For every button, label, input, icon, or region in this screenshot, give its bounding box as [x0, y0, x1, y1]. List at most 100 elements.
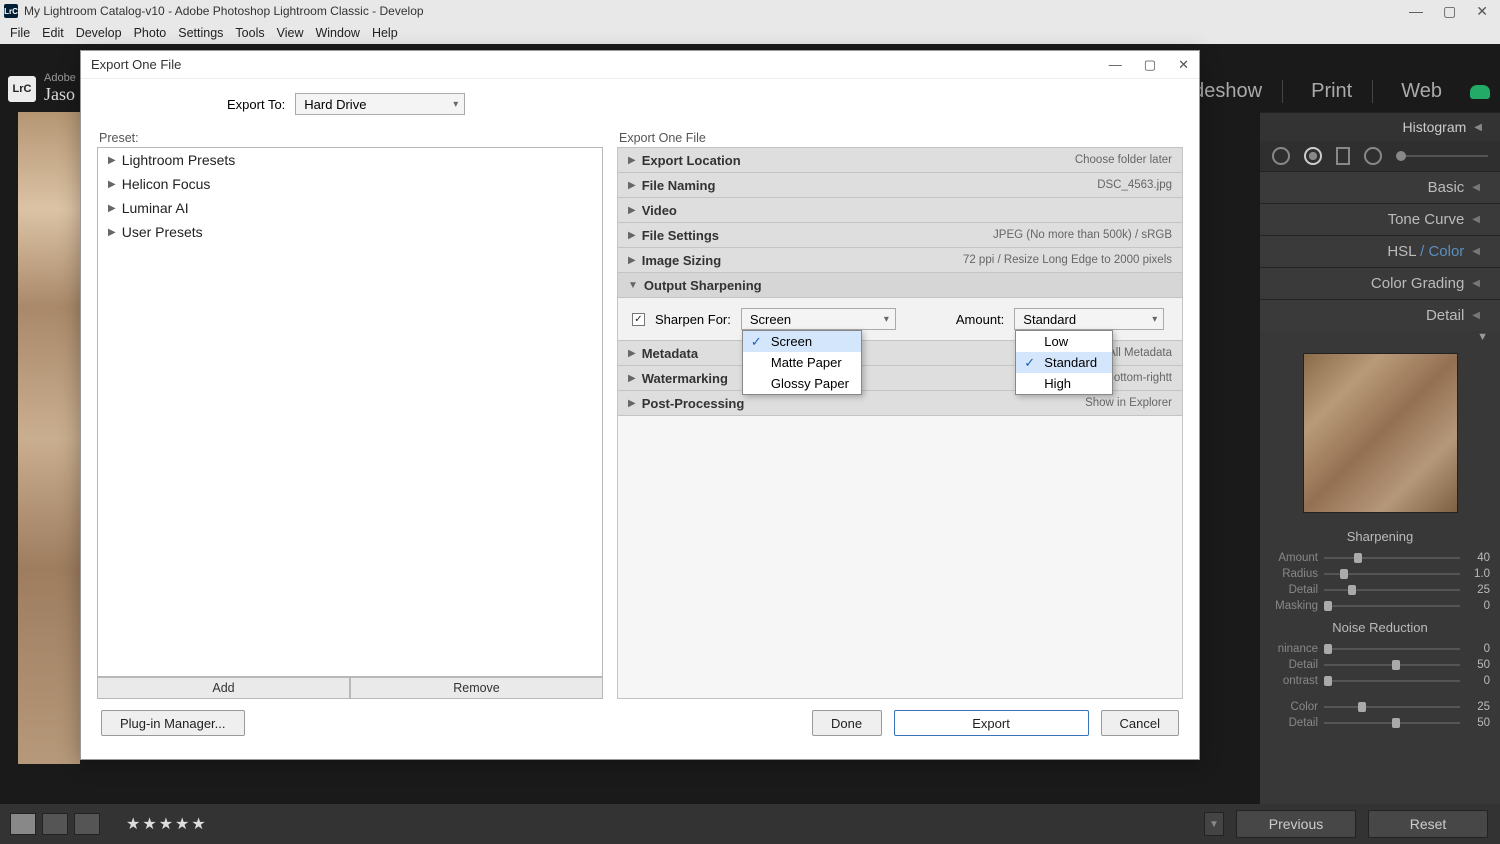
dropdown-option[interactable]: Matte Paper [743, 352, 861, 373]
menu-view[interactable]: View [271, 26, 310, 40]
noise-reduction-row[interactable]: Detail50 [1260, 657, 1500, 673]
menu-help[interactable]: Help [366, 26, 404, 40]
dialog-minimize-icon[interactable]: — [1109, 57, 1122, 73]
remove-preset-button[interactable]: Remove [350, 677, 603, 699]
disclosure-triangle-icon[interactable]: ▶ [628, 230, 636, 241]
dropdown-option[interactable]: Low [1016, 331, 1112, 352]
plugin-manager-button[interactable]: Plug-in Manager... [101, 710, 245, 736]
view-loupe-icon[interactable] [10, 813, 36, 835]
dropdown-option[interactable]: High [1016, 373, 1112, 394]
panel-hsl-color[interactable]: HSL / Color◀ [1260, 235, 1500, 267]
sharpening-row[interactable]: Amount40 [1260, 550, 1500, 566]
dropdown-option[interactable]: Screen [743, 331, 861, 352]
disclosure-triangle-icon[interactable]: ▶ [628, 205, 636, 216]
done-button[interactable]: Done [812, 710, 882, 736]
preset-list[interactable]: ▶Lightroom Presets▶Helicon Focus▶Luminar… [97, 147, 603, 677]
sharpening-row[interactable]: Detail25 [1260, 582, 1500, 598]
preset-group[interactable]: ▶User Presets [98, 220, 602, 244]
dropdown-option[interactable]: Glossy Paper [743, 373, 861, 394]
param-slider[interactable] [1324, 648, 1460, 650]
disclosure-triangle-icon[interactable]: ▶ [628, 155, 636, 166]
previous-button[interactable]: Previous [1236, 810, 1356, 838]
export-to-dropdown[interactable]: Hard Drive [295, 93, 465, 115]
cloud-sync-icon[interactable] [1470, 85, 1490, 99]
redeye-tool-icon[interactable] [1336, 147, 1350, 165]
param-slider[interactable] [1324, 557, 1460, 559]
crop-tool-icon[interactable] [1272, 147, 1290, 165]
color-row[interactable]: Color25 [1260, 699, 1500, 715]
dialog-close-icon[interactable]: ✕ [1178, 57, 1189, 73]
dropdown-option[interactable]: Standard [1016, 352, 1112, 373]
dialog-maximize-icon[interactable]: ▢ [1144, 57, 1156, 73]
module-picker[interactable]: lideshow Print Web [1184, 80, 1442, 103]
menu-settings[interactable]: Settings [172, 26, 229, 40]
export-section-header[interactable]: ▼Output Sharpening [618, 273, 1182, 298]
export-section-header[interactable]: ▶File SettingsJPEG (No more than 500k) /… [618, 223, 1182, 248]
export-section-header[interactable]: ▶Export LocationChoose folder later [618, 148, 1182, 173]
disclosure-triangle-icon[interactable]: ▶ [628, 398, 636, 409]
tool-strip[interactable] [1260, 141, 1500, 171]
sharpening-row[interactable]: Radius1.0 [1260, 566, 1500, 582]
param-slider[interactable] [1324, 722, 1460, 724]
panel-basic[interactable]: Basic◀ [1260, 171, 1500, 203]
minimize-icon[interactable]: — [1409, 3, 1423, 20]
view-split-icon[interactable] [74, 813, 100, 835]
color-row[interactable]: Detail50 [1260, 715, 1500, 731]
dropdown-menu[interactable]: ScreenMatte PaperGlossy Paper [742, 330, 862, 395]
panel-detail[interactable]: Detail◀ [1260, 299, 1500, 331]
detail-preview-thumb[interactable] [1303, 353, 1458, 513]
cancel-button[interactable]: Cancel [1101, 710, 1179, 736]
menu-photo[interactable]: Photo [128, 26, 173, 40]
param-slider[interactable] [1324, 706, 1460, 708]
disclosure-triangle-icon[interactable]: ▶ [628, 373, 636, 384]
disclosure-triangle-icon[interactable]: ▶ [628, 348, 636, 359]
disclosure-triangle-icon[interactable]: ▶ [628, 255, 636, 266]
export-section-header[interactable]: ▶Video [618, 198, 1182, 223]
spot-tool-icon[interactable] [1304, 147, 1322, 165]
tool-slider[interactable] [1396, 155, 1488, 157]
export-section-header[interactable]: ▶Image Sizing72 ppi / Resize Long Edge t… [618, 248, 1182, 273]
param-slider[interactable] [1324, 664, 1460, 666]
noise-reduction-row[interactable]: ontrast0 [1260, 673, 1500, 689]
toolbar-dropdown-icon[interactable]: ▼ [1204, 812, 1224, 836]
sharpen-for-dropdown[interactable]: Screen [741, 308, 896, 330]
dropdown-menu[interactable]: LowStandardHigh [1015, 330, 1113, 395]
view-before-after-icon[interactable] [42, 813, 68, 835]
module-web[interactable]: Web [1401, 80, 1442, 103]
maximize-icon[interactable]: ▢ [1443, 3, 1456, 20]
export-button[interactable]: Export [894, 710, 1089, 736]
close-icon[interactable]: ✕ [1476, 3, 1488, 20]
preset-group[interactable]: ▶Helicon Focus [98, 172, 602, 196]
param-slider[interactable] [1324, 680, 1460, 682]
panel-tone-curve[interactable]: Tone Curve◀ [1260, 203, 1500, 235]
preset-group[interactable]: ▶Lightroom Presets [98, 148, 602, 172]
param-slider[interactable] [1324, 573, 1460, 575]
disclosure-triangle-icon[interactable]: ▶ [108, 203, 116, 214]
param-slider[interactable] [1324, 605, 1460, 607]
disclosure-triangle-icon[interactable]: ▶ [628, 180, 636, 191]
mask-tool-icon[interactable] [1364, 147, 1382, 165]
disclosure-triangle-icon[interactable]: ▶ [108, 179, 116, 190]
panel-color-grading[interactable]: Color Grading◀ [1260, 267, 1500, 299]
menu-edit[interactable]: Edit [36, 26, 70, 40]
preset-group[interactable]: ▶Luminar AI [98, 196, 602, 220]
detail-zoom-toggle[interactable]: ▼ [1260, 331, 1500, 343]
menu-tools[interactable]: Tools [229, 26, 270, 40]
sharpening-row[interactable]: Masking0 [1260, 598, 1500, 614]
disclosure-triangle-icon[interactable]: ▼ [628, 280, 638, 291]
amount-dropdown[interactable]: Standard [1014, 308, 1164, 330]
disclosure-triangle-icon[interactable]: ▶ [108, 155, 116, 166]
noise-reduction-row[interactable]: ninance0 [1260, 641, 1500, 657]
param-slider[interactable] [1324, 589, 1460, 591]
menu-file[interactable]: File [4, 26, 36, 40]
rating-stars[interactable]: ★★★★★ [126, 814, 208, 834]
export-section-header[interactable]: ▶File NamingDSC_4563.jpg [618, 173, 1182, 198]
reset-button[interactable]: Reset [1368, 810, 1488, 838]
module-print[interactable]: Print [1311, 80, 1373, 103]
disclosure-triangle-icon[interactable]: ▶ [108, 227, 116, 238]
menu-window[interactable]: Window [309, 26, 365, 40]
menu-bar[interactable]: File Edit Develop Photo Settings Tools V… [0, 22, 1500, 44]
menu-develop[interactable]: Develop [70, 26, 128, 40]
histogram-header[interactable]: Histogram◀ [1260, 112, 1500, 141]
add-preset-button[interactable]: Add [97, 677, 350, 699]
